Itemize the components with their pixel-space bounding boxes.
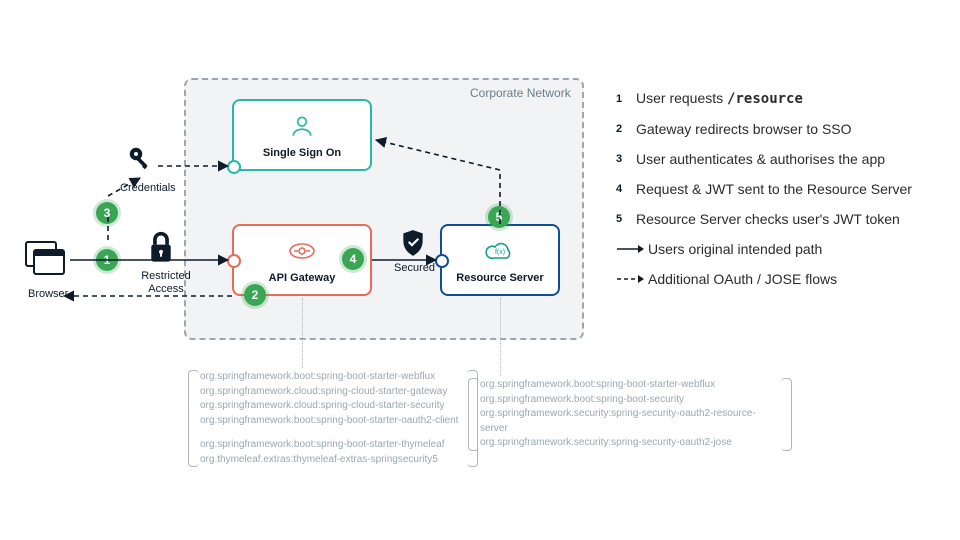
cloud-icon: f(x)	[485, 236, 515, 266]
lock-icon	[146, 230, 176, 269]
svg-text:f(x): f(x)	[495, 249, 505, 256]
port-resource	[435, 254, 449, 268]
legend-dashed: Additional OAuth / JOSE flows	[616, 271, 936, 287]
shield-icon	[400, 228, 426, 263]
leader-gateway	[302, 298, 303, 368]
step-2: 2	[244, 284, 266, 306]
deps-gateway: org.springframework.boot:spring-boot-sta…	[200, 370, 466, 467]
step-3: 3	[96, 202, 118, 224]
leader-resource	[500, 298, 501, 376]
node-sso-label: Single Sign On	[263, 147, 341, 159]
secured-label: Secured	[394, 262, 435, 274]
diagram-stage: Corporate Network Single Sign On API Gat…	[0, 0, 960, 540]
legend: 1User requests /resource 2Gateway redire…	[616, 90, 936, 301]
legend-row-1: 1User requests /resource	[616, 90, 936, 107]
browser-icon	[24, 240, 68, 285]
user-icon	[287, 111, 317, 141]
credentials-label: Credentials	[120, 182, 176, 194]
corporate-network-label: Corporate Network	[470, 86, 571, 100]
step-1: 1	[96, 249, 118, 271]
step-5: 5	[488, 206, 510, 228]
deps-resource: org.springframework.boot:spring-boot-sta…	[480, 378, 780, 451]
gateway-icon	[287, 236, 317, 266]
legend-row-2: 2Gateway redirects browser to SSO	[616, 121, 936, 137]
port-gateway	[227, 254, 241, 268]
node-sso: Single Sign On	[232, 99, 372, 171]
node-gateway-label: API Gateway	[269, 272, 336, 284]
dashed-arrow-icon	[616, 274, 648, 284]
step-4: 4	[342, 248, 364, 270]
port-sso	[227, 160, 241, 174]
legend-solid: Users original intended path	[616, 241, 936, 257]
node-resource: f(x) Resource Server	[440, 224, 560, 296]
key-icon	[126, 144, 156, 179]
node-resource-label: Resource Server	[456, 272, 543, 284]
solid-arrow-icon	[616, 244, 648, 254]
legend-row-4: 4Request & JWT sent to the Resource Serv…	[616, 181, 936, 197]
browser-label: Browser	[28, 288, 68, 300]
legend-row-3: 3User authenticates & authorises the app	[616, 151, 936, 167]
legend-row-5: 5Resource Server checks user's JWT token	[616, 211, 936, 227]
restricted-label: Restricted Access	[138, 270, 194, 296]
